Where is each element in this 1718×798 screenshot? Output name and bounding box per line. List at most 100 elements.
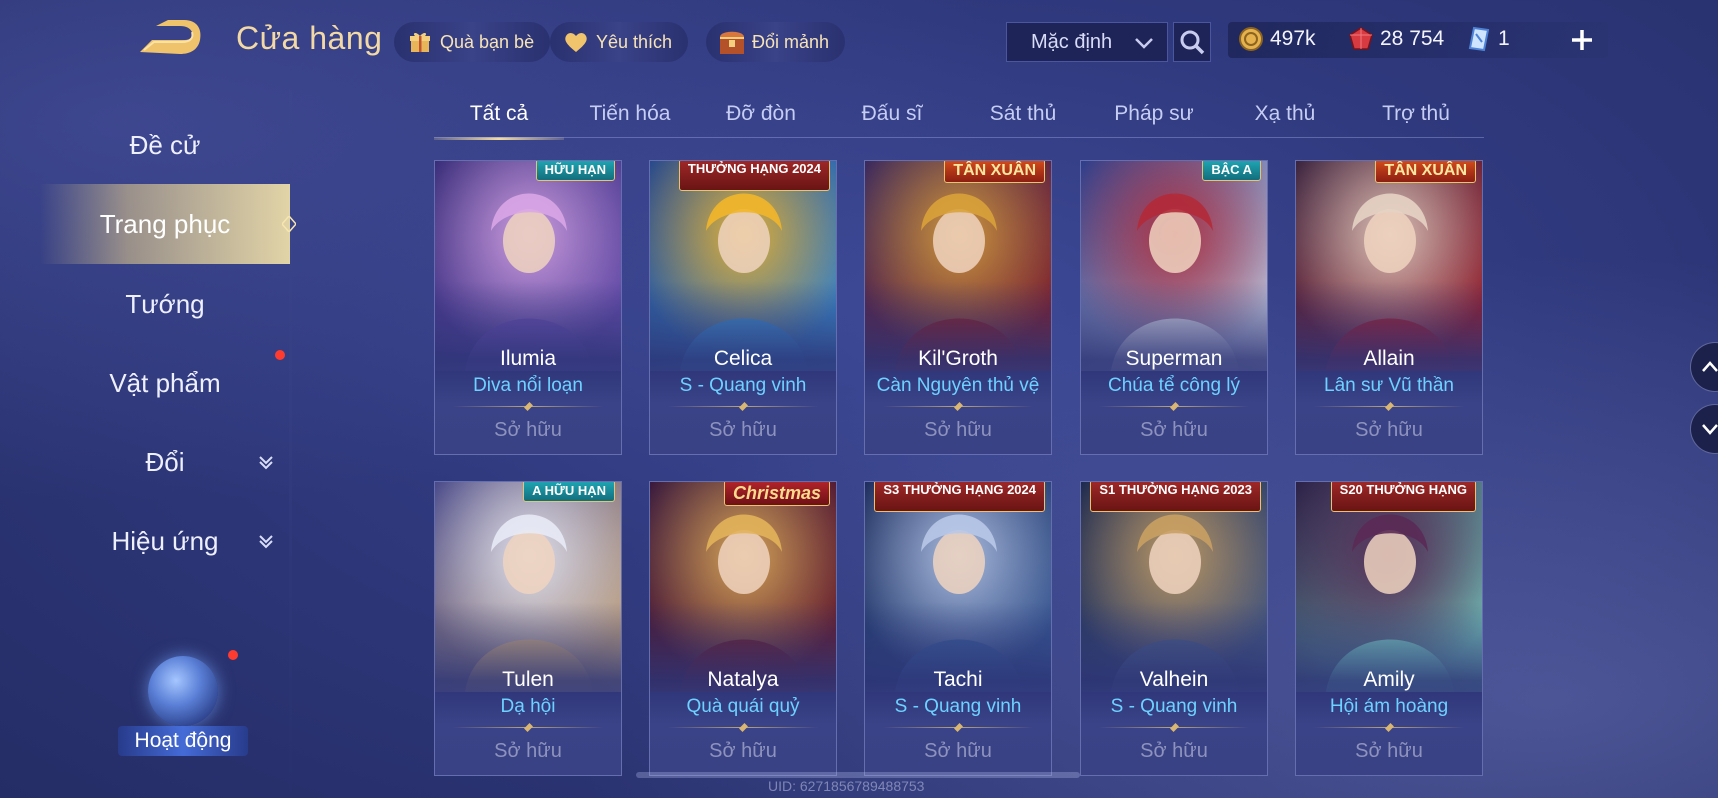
owned-status: Sở hữu bbox=[924, 419, 992, 441]
hero-name: Tachi bbox=[933, 668, 983, 691]
chevron-down-icon bbox=[259, 535, 273, 549]
skin-card[interactable]: TÂN XUÂN Kil'Groth Càn Nguyên thủ vệ Sở … bbox=[864, 160, 1052, 455]
notification-dot bbox=[275, 350, 285, 360]
shard-exchange-label: Đổi mảnh bbox=[752, 31, 830, 52]
owned-status: Sở hữu bbox=[924, 740, 992, 762]
skin-name: Diva nổi loạn bbox=[473, 375, 583, 396]
skin-name: Hội ám hoàng bbox=[1329, 696, 1449, 717]
skin-card[interactable]: THƯỞNG HẠNG 2024 Celica S - Quang vinh S… bbox=[649, 160, 837, 455]
skin-name: Quà quái quỷ bbox=[686, 696, 800, 717]
skin-badge: BẬC A bbox=[1202, 161, 1261, 181]
tab-label: Sát thủ bbox=[989, 102, 1057, 125]
notification-dot bbox=[228, 650, 238, 660]
skin-badge: S20 THƯỞNG HẠNG bbox=[1330, 482, 1476, 512]
hero-name: Ilumia bbox=[499, 347, 557, 370]
owned-status: Sở hữu bbox=[709, 419, 777, 441]
chevron-down-icon bbox=[1702, 424, 1718, 435]
sidebar-item-label: Hiệu ứng bbox=[111, 525, 219, 556]
favorites-label: Yêu thích bbox=[596, 31, 673, 52]
hero-name: Kil'Groth bbox=[918, 347, 998, 370]
skin-card[interactable]: S1 THƯỞNG HẠNG 2023 Valhein S - Quang vi… bbox=[1080, 481, 1268, 776]
category-tabs: Tất cả Tiến hóa Đỡ đòn Đấu sĩ Sát thủ Ph… bbox=[434, 90, 1484, 140]
tab-all[interactable]: Tất cả bbox=[434, 90, 564, 140]
sidebar-item-label: Đổi bbox=[145, 446, 185, 477]
owned-status: Sở hữu bbox=[1140, 419, 1208, 441]
scroll-down-button[interactable] bbox=[1690, 404, 1718, 454]
sidebar-item-label: Đề cử bbox=[129, 129, 201, 160]
sidebar-item-recommended[interactable]: Đề cử bbox=[40, 115, 290, 175]
shard-exchange-button[interactable]: Đổi mảnh bbox=[706, 22, 846, 62]
skin-name: Lân sư Vũ thần bbox=[1324, 375, 1454, 396]
hero-name: Allain bbox=[1363, 347, 1415, 370]
uid-text: UID: 6271856789488753 bbox=[768, 778, 925, 794]
sidebar-item-label: Trang phục bbox=[99, 208, 231, 239]
owned-status: Sở hữu bbox=[1355, 740, 1423, 762]
gold-amount: 497k bbox=[1270, 27, 1316, 50]
skin-name: Càn Nguyên thủ vệ bbox=[876, 375, 1040, 396]
sidebar-item-skins[interactable]: Trang phục bbox=[40, 184, 296, 264]
skin-name: Dạ hội bbox=[500, 696, 556, 717]
tab-mage[interactable]: Pháp sư bbox=[1089, 90, 1219, 138]
friend-gifts-button[interactable]: Quà bạn bè bbox=[394, 22, 551, 62]
owned-status: Sở hữu bbox=[1140, 740, 1208, 762]
sort-select[interactable]: Mặc định bbox=[1006, 22, 1168, 62]
hero-name: Amily bbox=[1363, 668, 1415, 691]
scroll-up-button[interactable] bbox=[1690, 342, 1718, 392]
skin-name: S - Quang vinh bbox=[679, 375, 807, 396]
skin-card[interactable]: Christmas Natalya Quà quái quỷ Sở hữu bbox=[649, 481, 837, 776]
heart-icon bbox=[562, 28, 590, 56]
blue-card-icon bbox=[1468, 26, 1490, 52]
hero-name: Tulen bbox=[502, 668, 554, 691]
skin-card[interactable]: S3 THƯỞNG HẠNG 2024 Tachi S - Quang vinh… bbox=[864, 481, 1052, 776]
tab-support[interactable]: Trợ thủ bbox=[1351, 90, 1481, 138]
skin-card[interactable]: BẬC A Superman Chúa tể công lý Sở hữu bbox=[1080, 160, 1268, 455]
plus-icon bbox=[1572, 30, 1592, 50]
hero-name: Superman bbox=[1125, 347, 1223, 370]
sidebar-item-exchange[interactable]: Đổi bbox=[40, 432, 290, 492]
tab-label: Tất cả bbox=[469, 102, 529, 125]
tab-assassin[interactable]: Sát thủ bbox=[958, 90, 1088, 138]
skin-card[interactable]: S20 THƯỞNG HẠNG Amily Hội ám hoàng Sở hữ… bbox=[1295, 481, 1483, 776]
sidebar-item-effects[interactable]: Hiệu ứng bbox=[40, 511, 290, 571]
activity-label: Hoạt động bbox=[118, 726, 248, 756]
tabs-divider bbox=[434, 137, 1484, 138]
card-currency: 1 bbox=[1466, 22, 1510, 56]
hero-name: Natalya bbox=[707, 668, 779, 691]
tab-label: Tiến hóa bbox=[589, 102, 671, 125]
skin-card[interactable]: TÂN XUÂN Allain Lân sư Vũ thần Sở hữu bbox=[1295, 160, 1483, 455]
hero-name: Celica bbox=[713, 347, 773, 370]
ruby-currency: 28 754 bbox=[1348, 22, 1444, 56]
skin-badge: A HỮU HẠN bbox=[523, 482, 615, 502]
skin-card[interactable]: A HỮU HẠN Tulen Dạ hội Sở hữu bbox=[434, 481, 622, 776]
search-icon bbox=[1180, 30, 1205, 55]
tab-tank[interactable]: Đỡ đòn bbox=[696, 90, 826, 138]
gold-currency: 497k bbox=[1238, 22, 1316, 56]
back-button[interactable] bbox=[134, 18, 204, 58]
activity-button[interactable]: Hoạt động bbox=[118, 650, 248, 760]
gold-coin-icon bbox=[1239, 27, 1263, 51]
tab-label: Xạ thủ bbox=[1254, 102, 1316, 125]
owned-status: Sở hữu bbox=[494, 740, 562, 762]
skin-badge: Christmas bbox=[723, 482, 830, 506]
activity-orb-icon bbox=[148, 656, 218, 726]
sidebar-item-items[interactable]: Vật phẩm bbox=[40, 353, 290, 413]
favorites-button[interactable]: Yêu thích bbox=[550, 22, 689, 62]
owned-status: Sở hữu bbox=[709, 740, 777, 762]
skin-card[interactable]: HỮU HẠN Ilumia Diva nổi loạn Sở hữu bbox=[434, 160, 622, 455]
chevron-down-icon bbox=[259, 456, 273, 470]
skin-badge: THƯỞNG HẠNG 2024 bbox=[678, 161, 830, 191]
tab-marksman[interactable]: Xạ thủ bbox=[1220, 90, 1350, 138]
ruby-amount: 28 754 bbox=[1380, 27, 1445, 50]
active-marker-icon bbox=[282, 216, 296, 232]
tab-label: Đỡ đòn bbox=[726, 102, 796, 125]
tab-evolution[interactable]: Tiến hóa bbox=[565, 90, 695, 138]
tab-fighter[interactable]: Đấu sĩ bbox=[827, 90, 957, 138]
sidebar-item-heroes[interactable]: Tướng bbox=[40, 274, 290, 334]
page-title: Cửa hàng bbox=[236, 20, 383, 56]
search-button[interactable] bbox=[1173, 22, 1211, 62]
skin-badge: S1 THƯỞNG HẠNG 2023 bbox=[1090, 482, 1261, 512]
skin-badge: TÂN XUÂN bbox=[1375, 161, 1476, 183]
gift-icon bbox=[406, 28, 434, 56]
owned-status: Sở hữu bbox=[1355, 419, 1423, 441]
add-currency-button[interactable] bbox=[1563, 22, 1601, 58]
